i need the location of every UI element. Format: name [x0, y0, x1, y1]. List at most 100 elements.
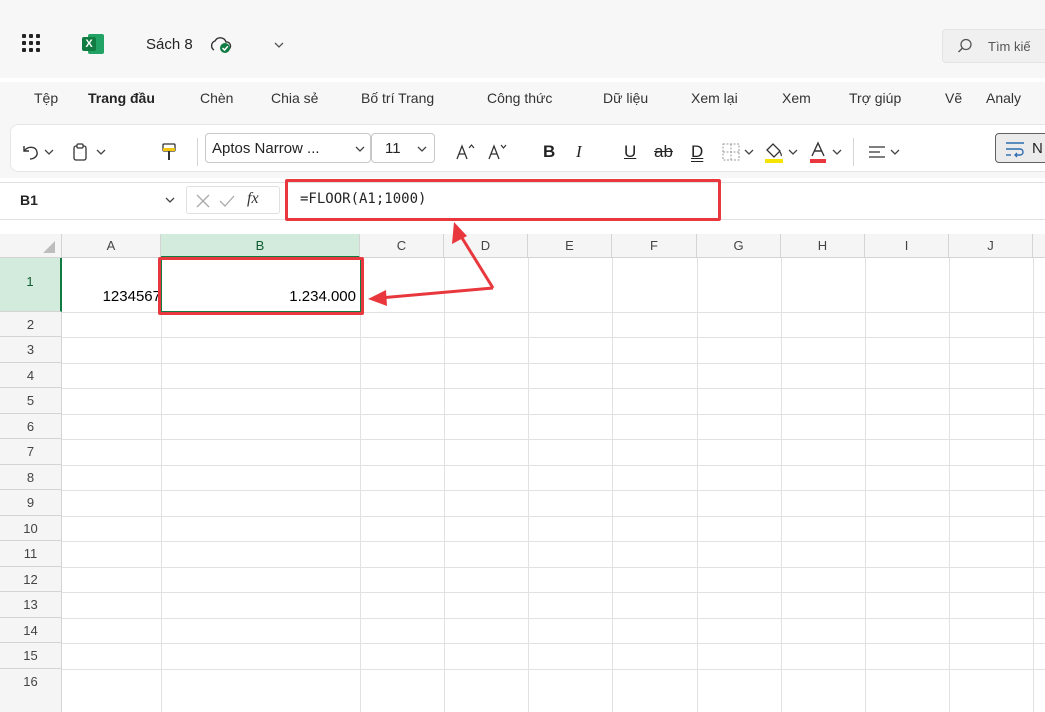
- font-color-dropdown[interactable]: [831, 141, 843, 163]
- increase-font-size-button[interactable]: [455, 141, 477, 163]
- formula-tools: fx: [186, 186, 280, 214]
- borders-button[interactable]: [721, 141, 741, 163]
- tab-data[interactable]: Dữ liệu: [603, 90, 648, 106]
- paste-dropdown[interactable]: [95, 141, 107, 163]
- italic-button[interactable]: I: [576, 141, 582, 163]
- document-title[interactable]: Sách 8: [146, 36, 193, 53]
- tab-file[interactable]: Tệp: [34, 90, 58, 106]
- clipboard-icon: [73, 143, 87, 161]
- underline-button[interactable]: U: [624, 141, 636, 163]
- column-header-d[interactable]: D: [444, 234, 528, 258]
- select-all-button[interactable]: [0, 234, 62, 258]
- tab-draw[interactable]: Vẽ: [945, 90, 962, 106]
- font-color-icon: [810, 141, 826, 163]
- column-header-e[interactable]: E: [528, 234, 612, 258]
- tab-insert[interactable]: Chèn: [200, 90, 233, 106]
- column-header-k[interactable]: [1033, 234, 1045, 258]
- gridline: [62, 363, 1045, 364]
- wrap-text-button[interactable]: N: [995, 133, 1045, 163]
- tab-help[interactable]: Trợ giúp: [849, 90, 901, 106]
- font-size-select[interactable]: 11: [371, 133, 435, 163]
- chevron-down-icon: [788, 149, 798, 155]
- app-launcher-icon[interactable]: [22, 34, 42, 52]
- wrap-text-icon: [1006, 142, 1024, 158]
- tab-formulas[interactable]: Công thức: [487, 90, 552, 106]
- insert-function-icon[interactable]: fx: [247, 190, 259, 208]
- paste-button[interactable]: [71, 141, 89, 163]
- chevron-down-icon: [355, 146, 365, 152]
- row-header-4[interactable]: 4: [0, 363, 62, 388]
- column-header-a[interactable]: A: [62, 234, 161, 258]
- row-header-12[interactable]: 12: [0, 567, 62, 592]
- gridline: [62, 337, 1045, 338]
- undo-dropdown[interactable]: [43, 141, 55, 163]
- ribbon-tabs: Tệp Trang đầu Chèn Chia sẻ Bố trí Trang …: [0, 82, 1045, 118]
- font-name-select[interactable]: Aptos Narrow ...: [205, 133, 371, 163]
- decrease-font-size-button[interactable]: [487, 141, 509, 163]
- decrease-font-icon: [488, 144, 507, 160]
- column-header-f[interactable]: F: [612, 234, 697, 258]
- cloud-saved-icon: [210, 37, 232, 53]
- chevron-down-icon: [96, 149, 106, 155]
- font-color-button[interactable]: [807, 141, 829, 163]
- chevron-down-icon: [417, 146, 427, 152]
- gridline: [62, 643, 1045, 644]
- tab-home[interactable]: Trang đầu: [88, 90, 155, 106]
- cancel-icon[interactable]: [195, 193, 211, 209]
- row-header-16[interactable]: 16: [0, 669, 62, 712]
- gridline: [62, 388, 1045, 389]
- row-header-3[interactable]: 3: [0, 337, 62, 363]
- formula-highlight-box: [285, 179, 721, 221]
- row-header-6[interactable]: 6: [0, 414, 62, 439]
- search-box[interactable]: Tìm kiế: [942, 29, 1045, 63]
- search-icon: [958, 38, 972, 53]
- format-painter-button[interactable]: [161, 141, 177, 163]
- row-header-13[interactable]: 13: [0, 592, 62, 618]
- excel-logo-icon: X: [82, 34, 104, 54]
- undo-button[interactable]: [19, 141, 41, 163]
- tab-review[interactable]: Xem lại: [691, 90, 738, 106]
- row-header-1[interactable]: 1: [0, 258, 62, 312]
- row-header-11[interactable]: 11: [0, 541, 62, 567]
- tab-analyze[interactable]: Analy: [986, 90, 1021, 106]
- chevron-down-icon: [744, 149, 754, 155]
- name-box[interactable]: B1: [12, 186, 180, 214]
- cell-a1[interactable]: 1234567: [62, 258, 161, 312]
- confirm-icon[interactable]: [219, 193, 235, 209]
- gridline: [62, 465, 1045, 466]
- font-name-value: Aptos Narrow ...: [212, 140, 320, 157]
- column-header-i[interactable]: I: [865, 234, 949, 258]
- fill-color-button[interactable]: [763, 141, 785, 163]
- gridline: [62, 414, 1045, 415]
- search-placeholder: Tìm kiế: [988, 39, 1031, 54]
- tab-share[interactable]: Chia sẻ: [271, 90, 318, 106]
- align-dropdown[interactable]: [889, 141, 901, 163]
- row-header-10[interactable]: 10: [0, 516, 62, 541]
- column-header-b[interactable]: B: [161, 234, 360, 258]
- ribbon-separator: [853, 138, 854, 166]
- row-header-5[interactable]: 5: [0, 388, 62, 414]
- increase-font-icon: [456, 144, 475, 160]
- tab-view[interactable]: Xem: [782, 90, 811, 106]
- bold-button[interactable]: B: [543, 141, 555, 163]
- align-button[interactable]: [867, 141, 887, 163]
- column-header-h[interactable]: H: [781, 234, 865, 258]
- row-header-15[interactable]: 15: [0, 643, 62, 669]
- row-header-9[interactable]: 9: [0, 490, 62, 516]
- strikethrough-button[interactable]: ab: [654, 141, 673, 163]
- row-header-2[interactable]: 2: [0, 312, 62, 337]
- column-header-c[interactable]: C: [360, 234, 444, 258]
- chevron-down-icon[interactable]: [272, 38, 286, 52]
- row-header-14[interactable]: 14: [0, 618, 62, 643]
- double-underline-button[interactable]: D: [691, 141, 703, 163]
- row-header-8[interactable]: 8: [0, 465, 62, 490]
- column-header-g[interactable]: G: [697, 234, 781, 258]
- borders-dropdown[interactable]: [743, 141, 755, 163]
- tab-page-layout[interactable]: Bố trí Trang: [361, 90, 434, 106]
- fill-color-dropdown[interactable]: [787, 141, 799, 163]
- spreadsheet-grid: A B C D E F G H I J 1 2 3 4 5 6 7 8 9 10…: [0, 234, 1045, 712]
- align-left-icon: [869, 146, 885, 158]
- column-header-j[interactable]: J: [949, 234, 1033, 258]
- row-header-7[interactable]: 7: [0, 439, 62, 465]
- chevron-down-icon: [165, 197, 175, 203]
